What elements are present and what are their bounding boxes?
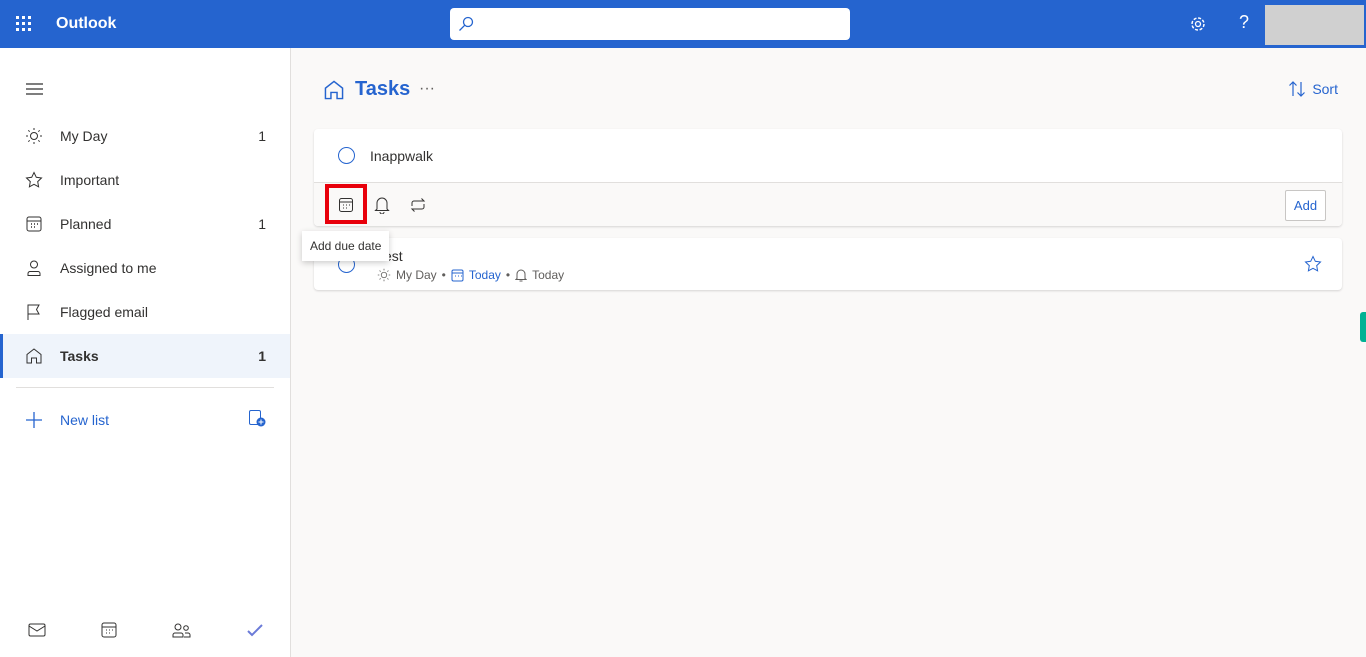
app-launcher-icon[interactable] <box>16 16 32 32</box>
divider <box>16 387 274 388</box>
person-icon <box>27 260 41 276</box>
home-icon <box>26 348 42 364</box>
sidebar-item-label: Assigned to me <box>60 260 157 276</box>
page-title-text: Tasks <box>355 78 411 100</box>
task-toolbar: Add <box>314 182 1342 226</box>
sidebar-item-important[interactable]: Important <box>0 158 290 202</box>
main-panel: Tasks ··· Sort Inappwalk Add Test My Day… <box>291 48 1366 657</box>
new-list-button[interactable]: New list <box>0 398 290 442</box>
add-due-date-icon[interactable] <box>338 197 354 213</box>
task-complete-circle[interactable] <box>338 147 355 164</box>
plus-icon <box>26 412 42 428</box>
due-date-label: Today <box>468 268 501 282</box>
sidebar-item-planned[interactable]: Planned 1 <box>0 202 290 246</box>
flag-icon <box>27 304 40 320</box>
star-icon <box>25 171 43 188</box>
sidebar-item-label: Planned <box>60 216 112 232</box>
sidebar-item-count: 1 <box>258 216 266 232</box>
sidebar-item-label: My Day <box>60 128 108 144</box>
home-icon <box>324 80 344 99</box>
more-options-button[interactable]: ··· <box>419 80 435 98</box>
search-icon <box>459 16 474 31</box>
app-name[interactable]: Outlook <box>56 15 116 33</box>
task-item[interactable]: Test My Day • Today • Today <box>314 238 1342 290</box>
reminder-label: Today <box>532 268 565 282</box>
add-task-card: Inappwalk Add <box>314 129 1342 226</box>
app-switcher <box>0 622 290 642</box>
sun-icon <box>26 128 42 144</box>
new-group-icon[interactable] <box>248 409 266 427</box>
sidebar-item-label: Flagged email <box>60 304 148 320</box>
calendar-icon <box>451 269 464 281</box>
help-button[interactable]: ? <box>1239 12 1249 33</box>
menu-hamburger-icon[interactable] <box>26 82 43 96</box>
page-title: Tasks <box>323 78 410 101</box>
tooltip: Add due date <box>302 231 390 261</box>
calendar-app-icon[interactable] <box>101 622 117 643</box>
people-icon[interactable] <box>172 622 192 643</box>
sidebar-item-label: Important <box>60 172 120 188</box>
sidebar-item-count: 1 <box>258 348 266 364</box>
reminder-bell-icon <box>515 269 528 281</box>
side-panel-handle[interactable] <box>1360 312 1366 342</box>
settings-gear-icon[interactable] <box>1188 14 1208 34</box>
sidebar-item-my-day[interactable]: My Day 1 <box>0 114 290 158</box>
sort-button[interactable]: Sort <box>1288 80 1338 98</box>
search-input[interactable] <box>450 8 850 40</box>
account-avatar[interactable] <box>1265 5 1364 45</box>
sidebar-item-assigned-to-me[interactable]: Assigned to me <box>0 246 290 290</box>
sort-arrows-icon <box>1289 81 1306 97</box>
sidebar-item-tasks[interactable]: Tasks 1 <box>0 334 290 378</box>
sun-icon <box>377 268 391 282</box>
top-bar: Outlook ? <box>0 0 1366 48</box>
task-meta: My Day • Today • Today <box>377 268 564 282</box>
new-list-label: New list <box>60 412 110 428</box>
sidebar: My Day 1 Important Planned 1 Assigned to… <box>0 48 291 657</box>
add-task-button[interactable]: Add <box>1285 190 1326 221</box>
star-icon[interactable] <box>1304 255 1322 273</box>
todo-check-icon[interactable] <box>246 622 264 643</box>
repeat-icon[interactable] <box>409 197 427 213</box>
sidebar-item-flagged-email[interactable]: Flagged email <box>0 290 290 334</box>
mail-icon[interactable] <box>28 622 46 643</box>
sidebar-item-count: 1 <box>258 128 266 144</box>
reminder-bell-icon[interactable] <box>374 196 390 214</box>
sidebar-item-label: Tasks <box>60 348 99 364</box>
my-day-label: My Day <box>396 268 437 282</box>
sort-label: Sort <box>1312 81 1338 97</box>
new-task-input[interactable]: Inappwalk <box>370 148 433 164</box>
calendar-icon <box>26 216 42 232</box>
